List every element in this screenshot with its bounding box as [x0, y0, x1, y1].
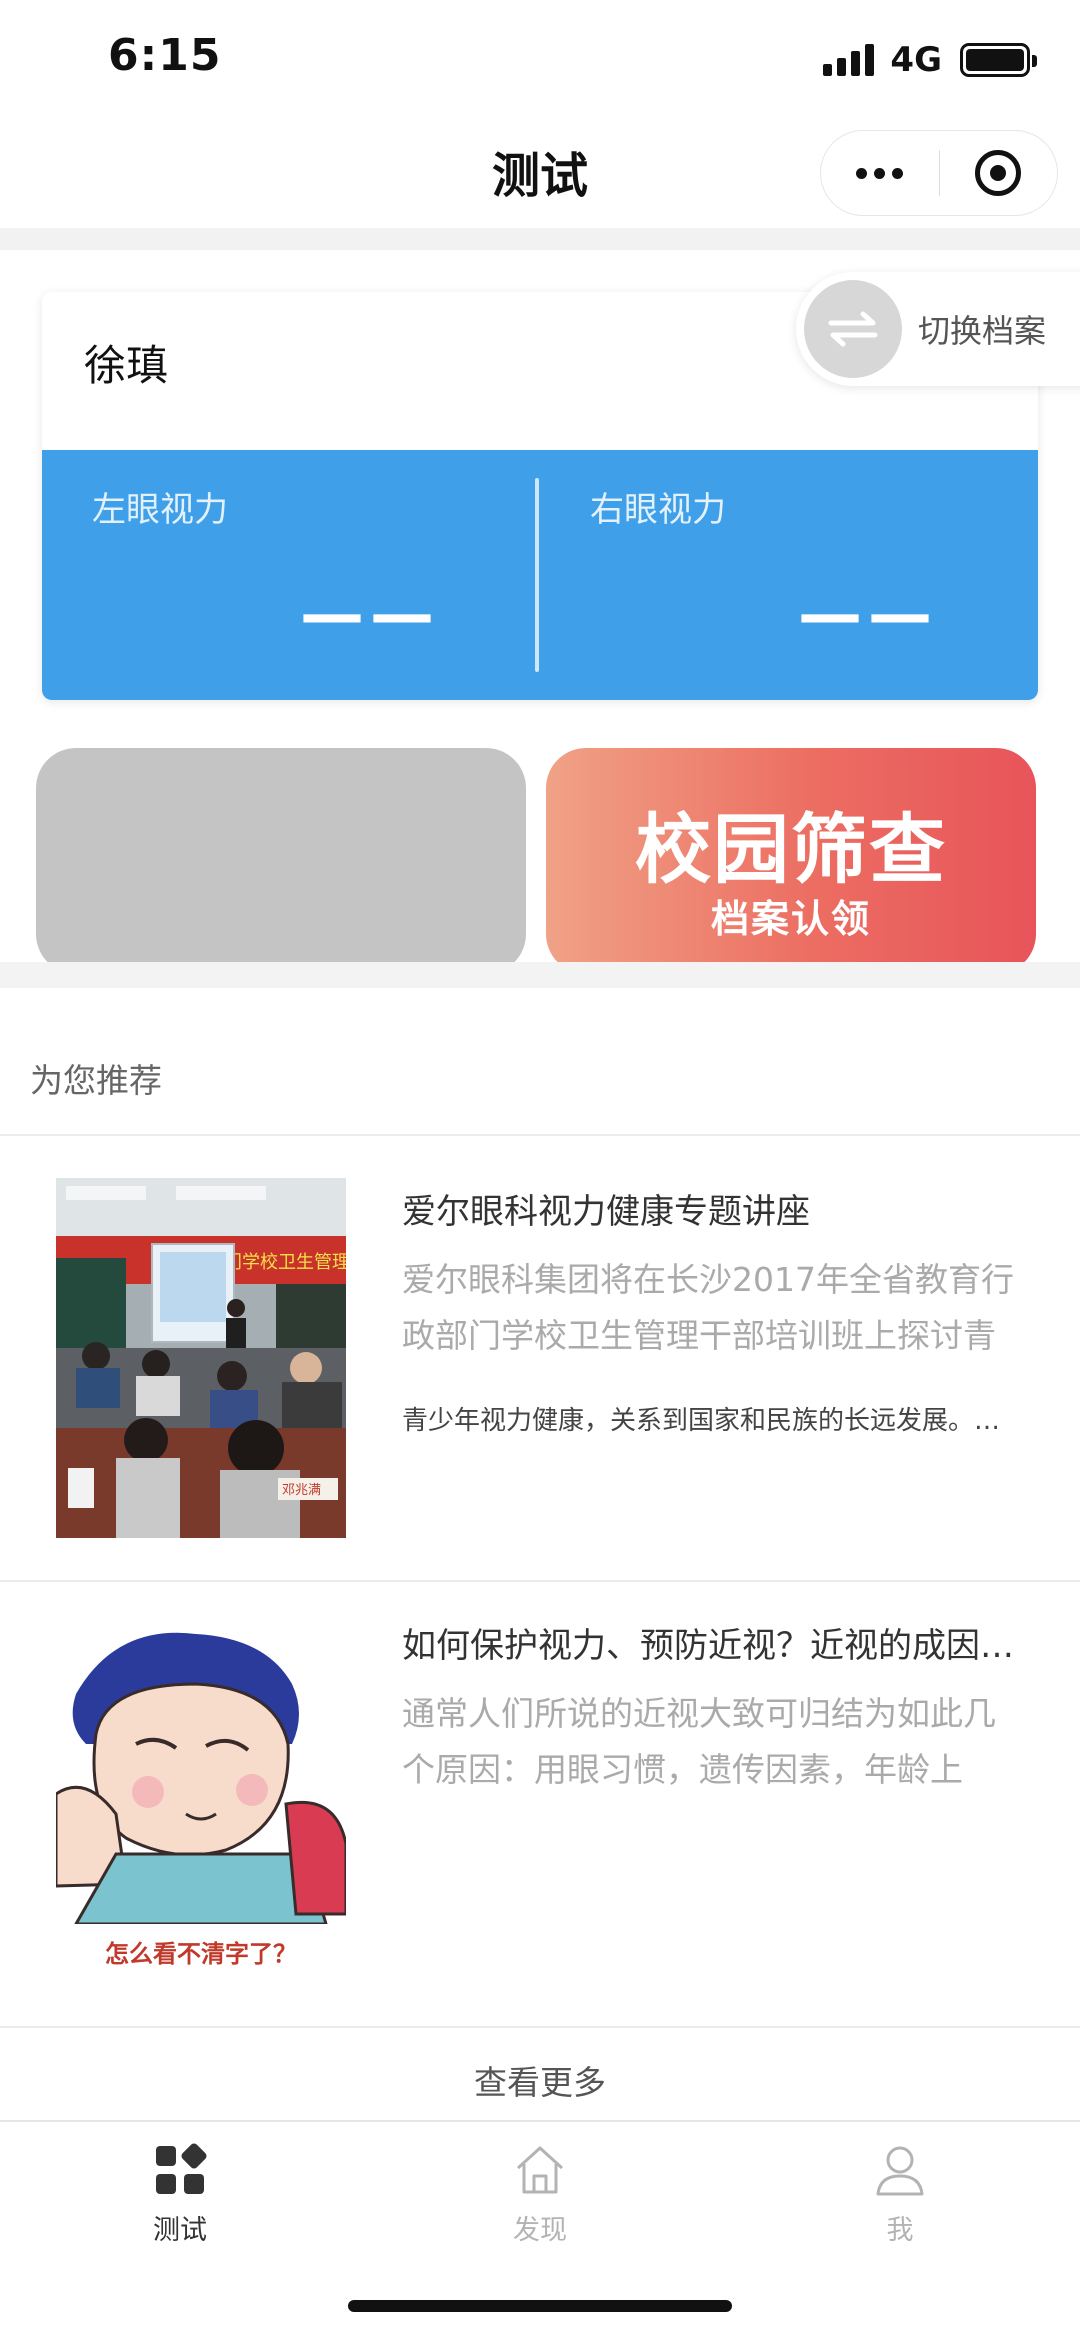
article-description: 通常人们所说的近视大致可归结为如此几个原因：用眼习惯，遗传因素，年龄上 — [402, 1694, 996, 1789]
thumbnail-banner-text: 门学校卫生管理干部 — [224, 1252, 346, 1273]
campus-screening-title: 校园筛查 — [635, 805, 947, 894]
campus-screening-button[interactable]: 校园筛查 档案认领 — [546, 748, 1036, 974]
article-title: 爱尔眼科视力健康专题讲座 — [402, 1192, 810, 1232]
recommend-heading: 为您推荐 — [30, 1061, 162, 1100]
close-mini-program-button[interactable] — [940, 131, 1058, 215]
left-eye-value: —— — [300, 578, 440, 652]
tab-discover[interactable]: 发现 — [440, 2142, 640, 2262]
article-card[interactable]: 门学校卫生管理干部 邓兆满 爱尔眼科视力健康专题讲座 爱尔眼科集团将在长沙201… — [0, 1142, 1080, 1582]
target-icon — [975, 150, 1022, 196]
right-eye-value: —— — [798, 578, 938, 652]
more-dots-icon — [856, 167, 868, 179]
status-time: 6:15 — [108, 30, 222, 81]
home-icon — [512, 2142, 568, 2198]
home-indicator — [348, 2300, 732, 2312]
left-eye-label: 左眼视力 — [92, 490, 228, 530]
mini-program-capsule — [820, 130, 1058, 216]
more-menu-button[interactable] — [821, 131, 939, 215]
vision-panel: 左眼视力 —— 右眼视力 —— — [42, 450, 1038, 700]
article-thumbnail: 怎么看不清字了？ — [56, 1624, 346, 1984]
divider — [0, 1134, 1080, 1136]
switch-profile-button[interactable]: 切换档案 — [796, 272, 1080, 386]
status-bar: 6:15 4G — [0, 0, 1080, 120]
network-type: 4G — [890, 40, 942, 80]
signal-icon — [823, 44, 875, 76]
vision-divider — [535, 478, 539, 672]
status-indicators: 4G — [823, 38, 1037, 82]
battery-icon — [960, 43, 1037, 77]
tab-me-label: 我 — [886, 2215, 914, 2246]
right-eye-label: 右眼视力 — [590, 490, 726, 530]
tab-discover-label: 发现 — [513, 2215, 567, 2246]
nav-bar: 测试 — [0, 120, 1080, 228]
right-eye-vision: 右眼视力 —— — [540, 450, 1038, 700]
article-title: 如何保护视力、预防近视？近视的成因… — [402, 1626, 1014, 1666]
article-summary: 青少年视力健康，关系到国家和民族的长远发展。… — [402, 1406, 1001, 1436]
campus-screening-subtitle: 档案认领 — [710, 897, 871, 941]
tab-test[interactable]: 测试 — [80, 2142, 280, 2262]
banner-placeholder[interactable] — [36, 748, 526, 974]
left-eye-vision: 左眼视力 —— — [42, 450, 540, 700]
switch-profile-label: 切换档案 — [918, 312, 1047, 350]
section-gap — [0, 228, 1080, 250]
thumbnail-caption: 怎么看不清字了？ — [105, 1940, 297, 1968]
tab-me[interactable]: 我 — [800, 2142, 1000, 2262]
article-thumbnail: 门学校卫生管理干部 邓兆满 — [56, 1178, 346, 1538]
profile-name: 徐瑱 — [84, 341, 169, 390]
person-icon — [872, 2142, 928, 2198]
tab-test-label: 测试 — [153, 2215, 207, 2246]
thumbnail-name-card: 邓兆满 — [282, 1483, 321, 1498]
swap-icon — [804, 280, 902, 378]
divider — [0, 1580, 1080, 1582]
article-description: 爱尔眼科集团将在长沙2017年全省教育行政部门学校卫生管理干部培训班上探讨青 — [402, 1260, 1014, 1355]
grid-icon — [152, 2142, 208, 2198]
divider — [0, 2026, 1080, 2028]
section-gap — [0, 962, 1080, 988]
article-card[interactable]: 怎么看不清字了？ 如何保护视力、预防近视？近视的成因… 通常人们所说的近视大致可… — [0, 1588, 1080, 2028]
see-more-button[interactable]: 查看更多 — [0, 2056, 1080, 2104]
